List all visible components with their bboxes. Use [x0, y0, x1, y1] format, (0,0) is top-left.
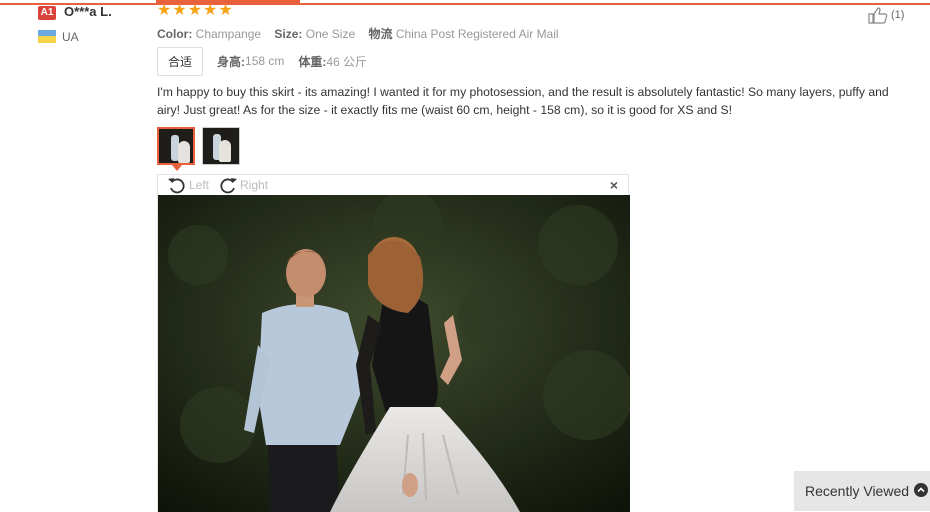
- color-label: Color:: [157, 27, 193, 41]
- color-value: Champange: [195, 27, 262, 41]
- size-value: One Size: [305, 27, 356, 41]
- rotate-right-icon: [220, 178, 238, 194]
- thumbs-up-icon: [868, 7, 888, 24]
- user-name: O***a L.: [64, 4, 112, 19]
- review-photo-thumbnail-1[interactable]: [157, 127, 195, 165]
- rating-stars: ★★★★★: [157, 2, 234, 19]
- rotate-right-label: Right: [240, 178, 269, 192]
- rotate-left-icon: [168, 178, 185, 194]
- top-divider: [0, 3, 930, 5]
- photo-viewer: Left Right ×: [157, 174, 630, 512]
- ukraine-flag-icon: [38, 30, 56, 43]
- shipping-label: 物流: [368, 27, 393, 41]
- review-photo-large: [158, 195, 630, 512]
- rotate-right-button[interactable]: Right: [218, 176, 268, 194]
- viewer-toolbar: Left Right ×: [158, 175, 628, 195]
- user-country: UA: [62, 30, 79, 44]
- shipping-value: China Post Registered Air Mail: [395, 27, 559, 41]
- weight-value: 46 公斤: [326, 54, 368, 69]
- fit-badge: 合适: [157, 46, 204, 76]
- review-text: I'm happy to buy this skirt - its amazin…: [157, 85, 889, 117]
- height-label: 身高:: [217, 54, 246, 69]
- helpful-button[interactable]: (1): [868, 6, 904, 24]
- photo-thumbnail-image: [159, 129, 193, 163]
- couple-photo-image: [158, 195, 630, 512]
- height-value: 158 cm: [245, 54, 285, 68]
- helpful-count: (1): [891, 9, 905, 21]
- product-attributes: Color: Champange Size: One Size 物流 China…: [157, 25, 559, 42]
- rotate-left-label: Left: [189, 178, 210, 192]
- rotate-left-button[interactable]: Left: [167, 176, 209, 194]
- weight-label: 体重:: [298, 54, 327, 69]
- chevron-up-icon: [914, 483, 928, 497]
- selected-thumbnail-caret: [172, 165, 182, 171]
- close-viewer-button[interactable]: ×: [610, 177, 618, 193]
- recently-viewed-button[interactable]: Recently Viewed: [794, 471, 930, 511]
- user-level-badge: A1: [38, 6, 56, 20]
- review-photo-thumbnail-2[interactable]: [202, 127, 240, 165]
- size-label: Size:: [274, 27, 303, 41]
- recently-viewed-label: Recently Viewed: [805, 483, 910, 499]
- photo-thumbnail-image: [203, 128, 239, 164]
- fit-info: 合适 身高: 158 cm 体重: 46 公斤: [157, 46, 368, 76]
